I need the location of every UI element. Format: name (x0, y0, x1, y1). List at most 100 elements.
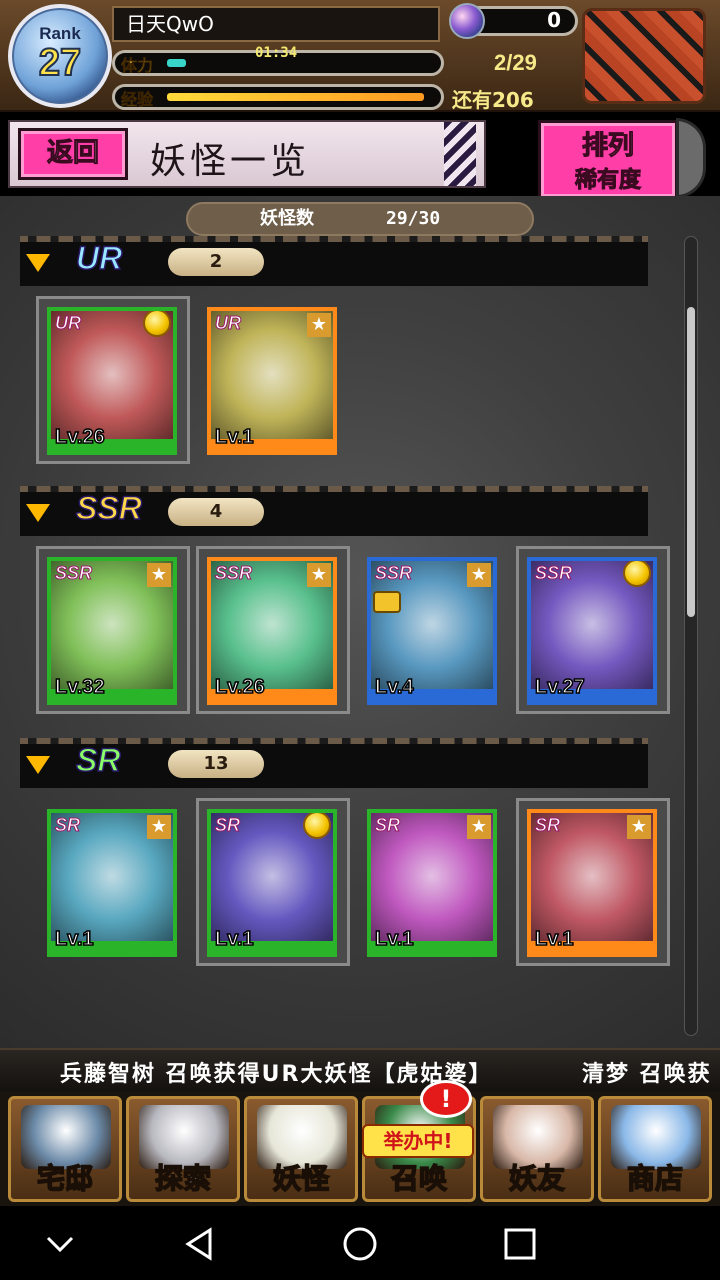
medal-icon (143, 311, 171, 337)
summon-alert-badge: ! (420, 1080, 472, 1118)
stamina-timer: 01:34 (255, 45, 298, 61)
treasure-box-icon[interactable] (582, 8, 706, 104)
system-nav-bar (0, 1206, 720, 1280)
yokai-card[interactable]: SR Lv.1 ★ (36, 798, 190, 966)
card-rarity: SR (534, 815, 561, 836)
square-recents-icon[interactable] (500, 1224, 540, 1264)
yokai-card-inner: SR Lv.1 (207, 809, 337, 957)
status-header: Rank 27 日天QwO 0 体力 01:34 2/29 经验 还有206 (0, 0, 720, 112)
collapse-arrow-icon[interactable] (26, 254, 50, 272)
star-icon: ★ (467, 563, 491, 587)
card-level: Lv.26 (54, 425, 105, 449)
rarity-count: 4 (168, 498, 264, 526)
circle-home-icon[interactable] (340, 1224, 380, 1264)
stamina-bar: 体力 01:34 (112, 45, 444, 76)
ticker-text-next: 清梦 召唤获 (582, 1062, 712, 1087)
scrollbar[interactable] (684, 236, 698, 1036)
card-level: Lv.1 (534, 927, 574, 951)
chevron-down-icon[interactable] (40, 1224, 80, 1264)
rarity-badge: SSR (75, 489, 142, 527)
yokai-card-inner: UR Lv.26 (47, 307, 177, 455)
stamina-count: 2/29 (494, 50, 537, 75)
collapse-arrow-icon[interactable] (26, 756, 50, 774)
rarity-badge: UR (75, 239, 123, 277)
yokai-card[interactable]: SR Lv.1 (196, 798, 350, 966)
nav-label: 妖友 (508, 1161, 566, 1196)
card-rarity: UR (55, 313, 82, 334)
yokai-count-label: 妖怪数 (260, 208, 314, 229)
yokai-card[interactable]: SSR Lv.4 ★ (356, 546, 510, 714)
yokai-card[interactable]: SSR Lv.27 (516, 546, 670, 714)
sort-label: 排列 (581, 131, 634, 162)
yokai-card[interactable]: SR Lv.1 ★ (516, 798, 670, 966)
back-button[interactable]: 返回 (18, 128, 128, 180)
card-rarity: UR (215, 313, 242, 334)
exp-label: 经验 (121, 90, 154, 110)
nav-label: 妖怪 (272, 1161, 330, 1196)
triangle-back-icon[interactable] (180, 1224, 220, 1264)
rarity-count: 2 (168, 248, 264, 276)
yokai-list[interactable]: 妖怪数 29/30 UR 2 UR Lv.26 UR Lv.1 ★ SSR 4 SSR Lv.32 ★… (0, 196, 720, 1048)
yokai-card-inner: SSR Lv.27 (527, 557, 657, 705)
nav-item-mansion[interactable]: 宅邸 (8, 1096, 122, 1202)
player-name: 日天QwO (112, 6, 440, 42)
yokai-card-inner: SSR Lv.32 ★ (47, 557, 177, 705)
title-bar: 返回 妖怪一览 (8, 120, 486, 188)
star-icon: ★ (147, 815, 171, 839)
page-title: 妖怪一览 (150, 141, 311, 182)
nav-label: 宅邸 (36, 1161, 94, 1196)
sort-button[interactable]: 排列 稀有度 (538, 120, 678, 200)
nav-item-fox-girl[interactable]: 妖友 (480, 1096, 594, 1202)
yokai-card-inner: UR Lv.1 ★ (207, 307, 337, 455)
card-level: Lv.1 (214, 927, 254, 951)
rarity-badge: SR (75, 741, 121, 779)
card-rarity: SSR (534, 563, 573, 584)
title-stripes (444, 122, 476, 186)
exp-fill (167, 93, 424, 101)
nav-label: 探索 (154, 1161, 212, 1196)
rarity-header-sr[interactable]: SR 13 (20, 738, 648, 788)
orb-counter[interactable]: 0 (449, 3, 578, 39)
medal-icon (303, 813, 331, 839)
card-level: Lv.26 (214, 675, 265, 699)
scrollbar-thumb[interactable] (687, 307, 695, 617)
collapse-arrow-icon[interactable] (26, 504, 50, 522)
crystal-orb-icon (449, 3, 485, 39)
star-icon: ★ (467, 815, 491, 839)
yokai-count-value: 29/30 (386, 208, 441, 229)
orb-value: 0 (547, 8, 561, 32)
star-icon: ★ (307, 563, 331, 587)
stamina-label: 体力 (121, 56, 154, 76)
gear-icon (676, 118, 706, 198)
yokai-card-inner: SSR Lv.4 ★ (367, 557, 497, 705)
yokai-card[interactable]: SSR Lv.32 ★ (36, 546, 190, 714)
card-rarity: SR (374, 815, 401, 836)
yokai-card[interactable]: UR Lv.1 ★ (196, 296, 350, 464)
yokai-card[interactable]: UR Lv.26 (36, 296, 190, 464)
stamina-fill (167, 59, 186, 67)
yokai-card[interactable]: SR Lv.1 ★ (356, 798, 510, 966)
card-rarity: SR (214, 815, 241, 836)
rank-label: Rank (39, 24, 81, 43)
card-level: Lv.32 (54, 675, 105, 699)
nav-item-magnifier[interactable]: 探索 (126, 1096, 240, 1202)
nav-item-orb-shop[interactable]: 商店 (598, 1096, 712, 1202)
bottom-nav: 宅邸 探索 妖怪 召唤 妖友 商店 (0, 1092, 720, 1206)
yokai-card[interactable]: SSR Lv.26 ★ (196, 546, 350, 714)
yokai-card-inner: SSR Lv.26 ★ (207, 557, 337, 705)
yokai-card-inner: SR Lv.1 ★ (47, 809, 177, 957)
star-icon: ★ (627, 815, 651, 839)
card-level: Lv.1 (214, 425, 254, 449)
summon-event-label: 举办中! (362, 1124, 474, 1158)
star-icon: ★ (307, 313, 331, 337)
star-icon: ★ (147, 563, 171, 587)
rank-badge[interactable]: Rank 27 (8, 4, 112, 108)
exp-bar: 经验 (112, 84, 444, 110)
nav-label: 召唤 (390, 1161, 448, 1196)
yokai-card-inner: SR Lv.1 ★ (527, 809, 657, 957)
nav-item-scroll[interactable]: 妖怪 (244, 1096, 358, 1202)
news-ticker: 兵藤智树 召唤获得UR大妖怪【虎姑婆】 清梦 召唤获 (0, 1048, 720, 1092)
rarity-header-ur[interactable]: UR 2 (20, 236, 648, 286)
rarity-header-ssr[interactable]: SSR 4 (20, 486, 648, 536)
card-rarity: SSR (54, 563, 93, 584)
